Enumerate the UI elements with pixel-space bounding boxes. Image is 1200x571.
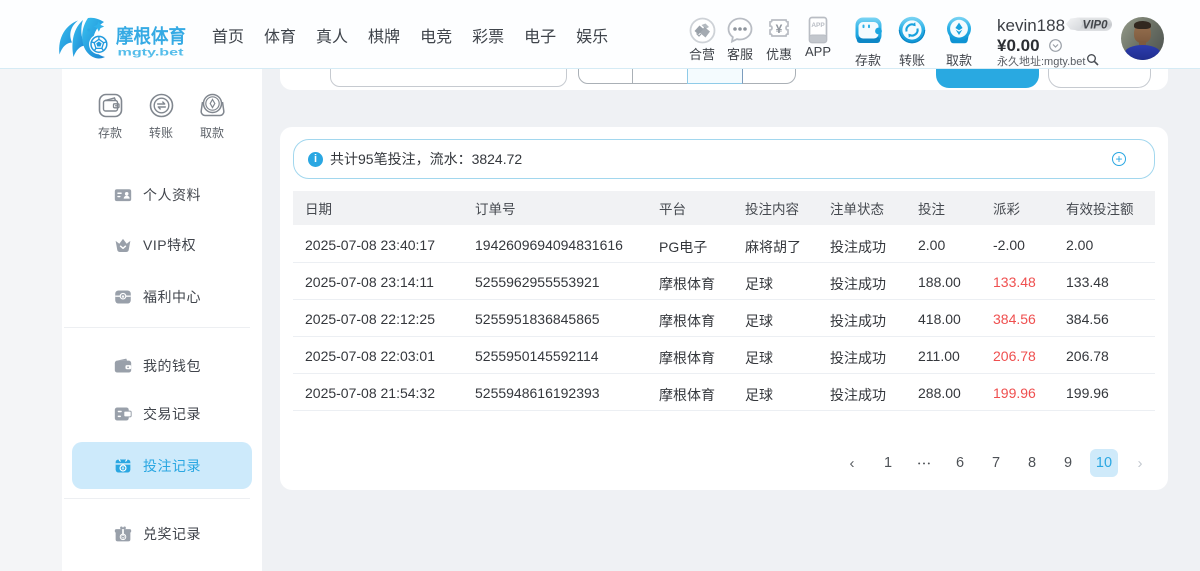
svg-text:mgty.bet: mgty.bet	[118, 47, 185, 59]
svg-text:VIP0: VIP0	[1083, 19, 1109, 31]
svg-text:¥: ¥	[122, 466, 125, 472]
svg-text:APP: APP	[811, 22, 825, 29]
svg-text:¥: ¥	[776, 22, 783, 36]
svg-text:摩根体育: 摩根体育	[116, 25, 186, 48]
